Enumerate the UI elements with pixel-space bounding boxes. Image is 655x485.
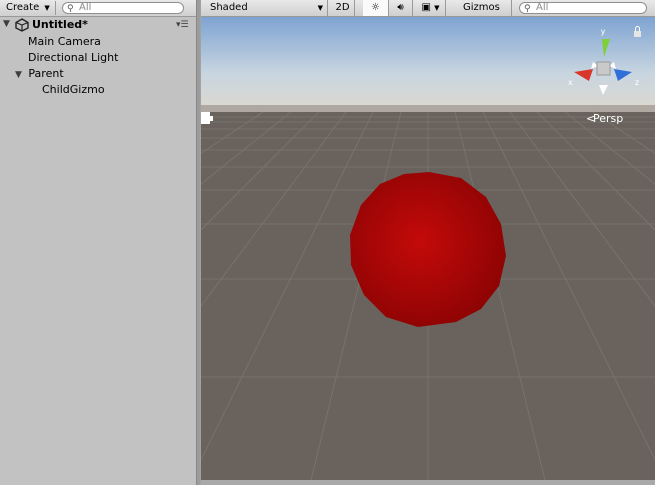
scene-menu-icon[interactable]: ▾☰ bbox=[176, 17, 189, 33]
dropdown-arrow-icon: ▼ bbox=[434, 4, 440, 12]
x-axis-label: x bbox=[568, 78, 573, 87]
gizmos-dropdown[interactable]: Gizmos ▼ bbox=[458, 0, 512, 28]
gizmo-center-cube[interactable] bbox=[596, 61, 611, 76]
image-icon: ▣ bbox=[421, 2, 431, 13]
hierarchy-item-label: ChildGizmo bbox=[42, 83, 105, 96]
search-placeholder: All bbox=[79, 2, 92, 13]
scene-name: Untitled* bbox=[32, 18, 88, 31]
gizmos-label: Gizmos bbox=[463, 2, 500, 13]
create-dropdown[interactable]: Create ▼ bbox=[2, 1, 56, 15]
hierarchy-item-childgizmo[interactable]: ChildGizmo bbox=[42, 82, 105, 98]
projection-label[interactable]: Persp bbox=[593, 112, 623, 125]
lighting-toggle-button[interactable]: ☼ bbox=[363, 0, 389, 16]
effects-dropdown[interactable]: ▣ ▼ bbox=[416, 0, 446, 16]
hierarchy-toolbar: Create ▼ ⚲ All bbox=[0, 0, 196, 17]
shading-mode-label: Shaded bbox=[210, 2, 248, 13]
unity-logo-icon bbox=[15, 18, 29, 35]
sky bbox=[201, 17, 655, 112]
2d-label: 2D bbox=[335, 2, 350, 13]
hierarchy-item-label: Directional Light bbox=[28, 51, 119, 64]
audio-toggle-button[interactable]: 🔊︎ bbox=[389, 0, 413, 16]
shading-mode-dropdown[interactable]: Shaded ▼ bbox=[205, 0, 328, 16]
fold-arrow-icon[interactable]: ▼ bbox=[3, 19, 10, 29]
search-icon: ⚲ bbox=[524, 4, 531, 14]
z-axis-label: z bbox=[635, 78, 639, 87]
hierarchy-search-input[interactable]: ⚲ All bbox=[62, 2, 184, 14]
scene-viewport[interactable]: y x z < Persp bbox=[201, 17, 655, 480]
speaker-icon: 🔊︎ bbox=[397, 2, 404, 13]
scene-bottom-edge bbox=[201, 480, 655, 485]
scene-search-input[interactable]: ⚲ All bbox=[519, 2, 647, 14]
fold-arrow-icon[interactable]: ▼ bbox=[15, 70, 22, 80]
dropdown-arrow-icon: ▼ bbox=[317, 4, 323, 12]
hierarchy-item-directional-light[interactable]: Directional Light bbox=[28, 50, 118, 66]
2d-toggle-button[interactable]: 2D bbox=[331, 0, 355, 16]
y-axis-label: y bbox=[601, 27, 606, 36]
panel-splitter[interactable] bbox=[196, 0, 200, 485]
scene-canvas: y x z < Persp bbox=[201, 17, 655, 480]
scene-toolbar: Shaded ▼ 2D ☼ 🔊︎ ▣ ▼ Gizmos ▼ ⚲ All bbox=[201, 0, 655, 28]
red-sphere[interactable] bbox=[350, 172, 506, 327]
hierarchy-item-main-camera[interactable]: Main Camera bbox=[28, 34, 101, 50]
hierarchy-item-label: Parent bbox=[28, 67, 64, 80]
sun-icon: ☼ bbox=[371, 2, 380, 13]
hierarchy-item-label: Main Camera bbox=[28, 35, 101, 48]
create-label: Create bbox=[6, 2, 40, 13]
search-placeholder: All bbox=[536, 2, 549, 13]
dropdown-arrow-icon: ▼ bbox=[44, 4, 50, 12]
scene-header-row[interactable]: ▼ Untitled* ▾☰ bbox=[0, 17, 196, 33]
search-icon: ⚲ bbox=[67, 4, 74, 14]
hierarchy-item-parent[interactable]: ▼ Parent bbox=[15, 66, 64, 82]
